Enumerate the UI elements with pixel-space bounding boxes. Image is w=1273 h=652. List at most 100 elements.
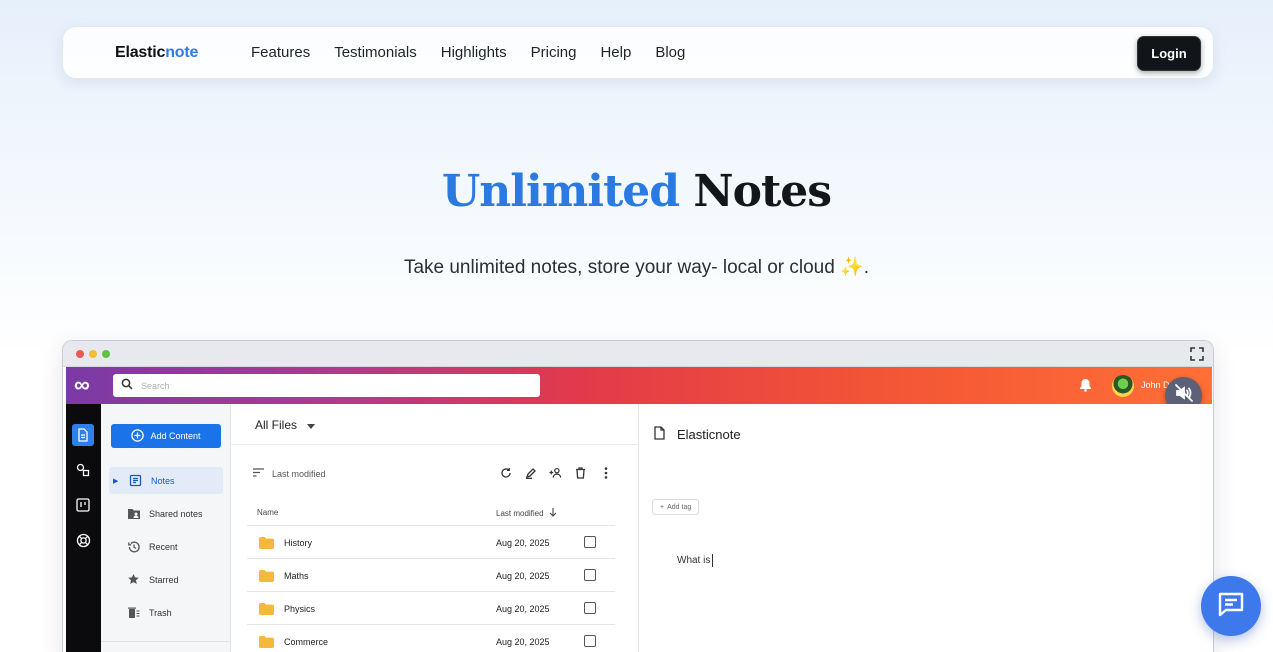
table-row[interactable]: Commerce Aug 20, 2025 [247,625,615,652]
row-checkbox[interactable] [584,602,596,614]
search-icon [121,377,133,395]
app-preview-window: ∞ John D [62,340,1214,652]
login-button[interactable]: Login [1137,36,1201,71]
sidebar-item-label: Trash [149,607,172,618]
sidebar-item-starred[interactable]: Starred [109,566,223,593]
plus-icon: + [660,503,665,511]
nav-link-features[interactable]: Features [251,44,310,61]
files-divider [231,444,639,445]
row-name: Maths [284,571,309,581]
sidebar-divider [101,641,231,642]
brand-main: Elastic [115,44,166,61]
text-cursor [712,554,714,567]
table-row[interactable]: Physics Aug 20, 2025 [247,592,615,625]
files-toolbar [499,466,612,479]
refresh-icon[interactable] [499,466,512,479]
sort-control[interactable]: Last modified [253,468,326,479]
row-date: Aug 20, 2025 [496,538,550,548]
sidebar-item-label: Notes [151,475,175,486]
sidebar-item-label: Starred [149,574,179,585]
window-titlebar [63,341,1213,367]
brand-logo[interactable]: Elasticnote [115,44,198,62]
window-close-dot[interactable] [76,350,84,358]
files-pane: All Files Last modified Name Last modifi… [231,404,639,652]
caret-right-icon: ▶ [113,477,119,485]
sidebar-item-shared-notes[interactable]: Shared notes [109,500,223,527]
star-icon [127,573,143,586]
nav-link-blog[interactable]: Blog [655,44,685,61]
hero-subtitle: Take unlimited notes, store your way- lo… [403,257,870,278]
app-icon-rail [66,404,101,652]
add-person-icon[interactable] [549,466,562,479]
nav-link-highlights[interactable]: Highlights [441,44,507,61]
top-navbar: Elasticnote Features Testimonials Highli… [62,26,1214,79]
document-title-text: Elasticnote [677,427,741,442]
hero-title-rest: Notes [693,166,832,217]
sidebar-item-notes[interactable]: ▶ Notes [109,467,223,494]
nav-link-pricing[interactable]: Pricing [531,44,577,61]
edit-pen-icon[interactable] [524,466,537,479]
sidebar-item-label: Shared notes [149,508,203,519]
sidebar-item-label: Recent [149,541,178,552]
shared-folder-icon [127,508,143,520]
sort-icon [253,468,264,479]
shapes-icon[interactable] [72,459,94,481]
app-search-box[interactable] [113,374,540,397]
bell-icon[interactable] [1079,378,1092,397]
hero-title-accent: Unlimited [441,166,680,217]
brand-accent: note [165,44,199,61]
editor-text-area[interactable]: What is [677,554,714,567]
help-lifebuoy-icon[interactable] [72,529,94,551]
row-checkbox[interactable] [584,569,596,581]
search-input[interactable] [141,380,521,391]
location-dropdown[interactable]: All Files [255,418,316,432]
nav-link-testimonials[interactable]: Testimonials [334,44,417,61]
caret-down-icon [307,418,316,432]
notes-icon [129,474,145,487]
table-row[interactable]: History Aug 20, 2025 [247,526,615,559]
row-name: Physics [284,604,316,614]
column-header-last-modified[interactable]: Last modified [496,508,557,519]
sidebar-item-recent[interactable]: Recent [109,533,223,560]
row-checkbox[interactable] [584,536,596,548]
sort-label: Last modified [272,468,326,479]
row-date: Aug 20, 2025 [496,604,550,614]
add-tag-button[interactable]: + Add tag [652,499,700,515]
fullscreen-icon[interactable] [1189,346,1205,362]
window-maximize-dot[interactable] [102,350,110,358]
document-title[interactable]: Elasticnote [654,426,741,443]
row-date: Aug 20, 2025 [496,571,550,581]
files-table-header: Name Last modified [247,500,615,526]
editor-text: What is [677,555,711,567]
board-icon[interactable] [72,494,94,516]
row-date: Aug 20, 2025 [496,637,550,647]
table-row[interactable]: Maths Aug 20, 2025 [247,559,615,592]
add-content-button[interactable]: Add Content [111,424,221,448]
sidebar-item-trash[interactable]: Trash [109,599,223,626]
chat-support-button[interactable] [1201,576,1261,636]
folder-icon [259,570,274,584]
trash-icon [127,606,143,619]
column-header-label: Last modified [496,509,544,518]
add-content-label: Add Content [150,431,201,441]
window-minimize-dot[interactable] [89,350,97,358]
row-name: Commerce [284,637,329,647]
avatar[interactable] [1112,375,1134,397]
history-icon [127,540,143,554]
app-topbar: ∞ John D [66,367,1212,404]
app-logo-icon[interactable]: ∞ [74,374,90,396]
document-icon[interactable] [72,424,94,446]
arrow-down-icon [549,508,557,519]
delete-icon[interactable] [574,466,587,479]
hero-title: Unlimited Notes [0,166,1273,217]
more-vertical-icon[interactable] [599,466,612,479]
plus-circle-icon [131,428,145,444]
add-tag-label: Add tag [667,503,692,511]
row-checkbox[interactable] [584,635,596,647]
file-icon [654,426,665,443]
folder-icon [259,636,274,650]
column-header-name[interactable]: Name [257,508,278,517]
folder-icon [259,537,274,551]
nav-link-help[interactable]: Help [600,44,631,61]
app-sidebar: Add Content ▶ Notes Shared notes Recent [101,404,231,652]
